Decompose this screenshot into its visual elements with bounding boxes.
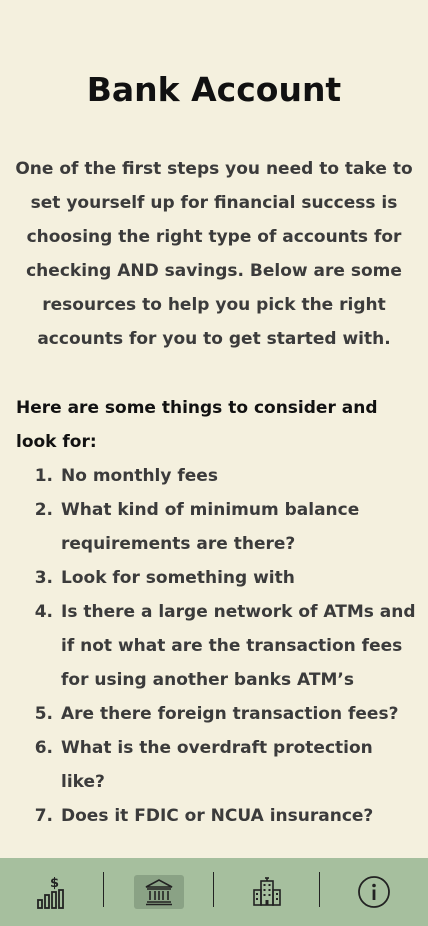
consider-list: 1. No monthly fees 2. What kind of minimum… <box>16 459 416 833</box>
list-item-number: 5. <box>34 704 53 724</box>
tab-bank[interactable] <box>104 858 214 926</box>
list-item: 1. No monthly fees <box>16 459 416 493</box>
list-item: 2. What kind of minimum balance requireme… <box>16 493 416 561</box>
list-item-number: 4. <box>34 602 53 622</box>
tab-buildings[interactable] <box>214 858 320 926</box>
list-item-number: 7. <box>34 806 53 826</box>
page-title: Bank Account <box>86 70 342 109</box>
list-item-text: What is the overdraft protection like? <box>61 738 373 792</box>
list-item-text: Are there foreign transaction fees? <box>61 704 399 724</box>
list-item-number: 3. <box>34 568 53 588</box>
list-item-number: 6. <box>34 738 53 758</box>
consider-heading: Here are some things to consider and loo… <box>16 398 378 452</box>
bottom-tab-bar: $ <box>0 858 428 926</box>
buildings-icon <box>253 877 281 906</box>
list-item-number: 2. <box>34 500 53 520</box>
list-item-text: No monthly fees <box>61 466 218 486</box>
list-item-text: Look for something with <box>61 568 295 588</box>
tab-bank-highlight <box>134 875 184 909</box>
list-item-number: 1. <box>34 466 53 486</box>
list-item: 5. Are there foreign transaction fees? <box>16 697 416 731</box>
list-item-text: Does it FDIC or NCUA insurance? <box>61 806 374 826</box>
list-item: 4. Is there a large network of ATMs and i… <box>16 595 416 697</box>
finance-chart-icon: $ <box>37 876 64 909</box>
list-item: 3. Look for something with <box>16 561 416 595</box>
list-item-text: What kind of minimum balance requirement… <box>61 500 360 554</box>
list-item: 6. What is the overdraft protection like? <box>16 731 416 799</box>
list-item-text: Is there a large network of ATMs and if … <box>61 602 416 690</box>
info-icon <box>358 876 390 908</box>
svg-text:$: $ <box>50 876 59 891</box>
tab-info[interactable] <box>320 858 428 926</box>
bank-icon <box>145 879 173 906</box>
tab-finance[interactable]: $ <box>0 858 104 926</box>
intro-paragraph: One of the first steps you need to take … <box>15 159 413 349</box>
list-item: 7. Does it FDIC or NCUA insurance? <box>16 799 416 833</box>
